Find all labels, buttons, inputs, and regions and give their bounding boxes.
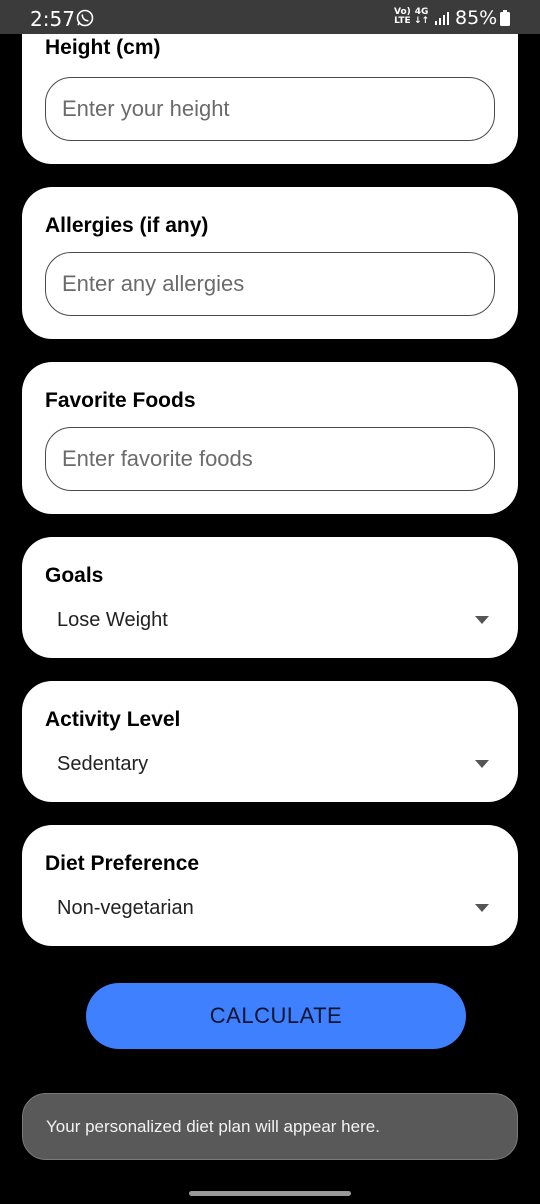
goals-selected-value: Lose Weight <box>57 609 168 631</box>
allergies-label: Allergies (if any) <box>45 214 209 237</box>
calculate-button[interactable]: CALCULATE <box>86 983 466 1049</box>
allergies-input[interactable] <box>45 252 495 316</box>
result-text: Your personalized diet plan will appear … <box>46 1117 380 1136</box>
favorite-foods-input[interactable] <box>45 427 495 491</box>
activity-level-label: Activity Level <box>45 708 181 731</box>
diet-preference-selected-value: Non-vegetarian <box>57 897 194 919</box>
home-indicator[interactable] <box>189 1191 351 1196</box>
result-panel: Your personalized diet plan will appear … <box>22 1093 518 1160</box>
height-input[interactable] <box>45 77 495 141</box>
allergies-card: Allergies (if any) <box>22 187 518 339</box>
signal-strength-icon <box>435 12 449 25</box>
activity-level-card: Activity Level Sedentary <box>22 681 518 802</box>
whatsapp-icon <box>76 9 94 27</box>
activity-level-selected-value: Sedentary <box>57 753 149 775</box>
favorite-foods-label: Favorite Foods <box>45 389 196 412</box>
diet-preference-label: Diet Preference <box>45 852 200 875</box>
dropdown-arrow-icon <box>475 904 489 912</box>
diet-calculator-screen: 2:57 Vo) LTE 4G ↓↑ 85% Height (cm) Enter… <box>0 0 540 1204</box>
battery-percentage: 85% <box>455 7 498 29</box>
network-type-icon: 4G ↓↑ <box>414 7 430 26</box>
status-bar: 2:57 Vo) LTE 4G ↓↑ 85% <box>0 0 540 34</box>
dropdown-arrow-icon <box>475 760 489 768</box>
status-time: 2:57 <box>30 7 75 31</box>
goals-label: Goals <box>45 564 104 587</box>
goals-dropdown[interactable]: Lose Weight <box>45 601 495 641</box>
diet-preference-dropdown[interactable]: Non-vegetarian <box>45 889 495 929</box>
dropdown-arrow-icon <box>475 616 489 624</box>
battery-icon <box>500 10 510 26</box>
activity-level-dropdown[interactable]: Sedentary <box>45 745 495 785</box>
height-label: Height (cm) <box>45 36 161 59</box>
diet-preference-card: Diet Preference Non-vegetarian <box>22 825 518 946</box>
goals-card: Goals Lose Weight <box>22 537 518 658</box>
volte-icon: Vo) LTE <box>394 7 411 26</box>
favorite-foods-card: Favorite Foods <box>22 362 518 514</box>
